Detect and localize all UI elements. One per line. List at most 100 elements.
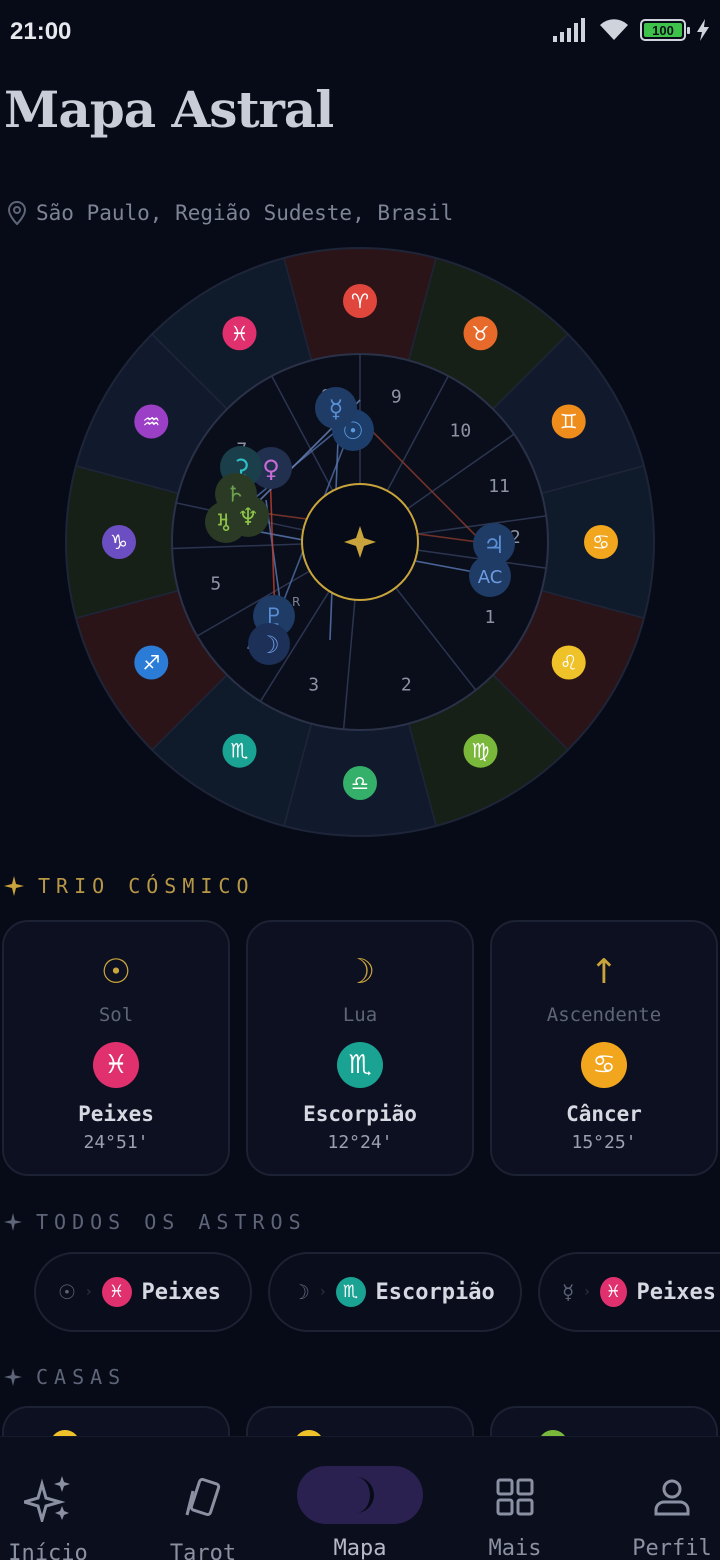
aquarius-glyph: ♒ (142, 410, 160, 434)
nav-label: Tarot (169, 1541, 237, 1560)
trio-card-sign: Câncer (566, 1102, 642, 1126)
trio-cosmico-header: TRIO CÓSMICO (4, 874, 255, 898)
status-bar: 21:00 100 (0, 0, 720, 64)
trio-cards: ☉ Sol ♓ Peixes 24°51' ☽ Lua ♏ Escorpião … (2, 920, 718, 1176)
trio-card-name: Lua (342, 1004, 378, 1026)
astro-sign-name: Peixes (636, 1279, 716, 1305)
nav-item-inicio[interactable]: Início (0, 1437, 120, 1560)
nav-label: Mapa (333, 1536, 387, 1560)
moon-icon: ☽ (292, 1280, 310, 1304)
chevron-right-icon: › (584, 1284, 590, 1300)
grid-icon (496, 1478, 534, 1515)
astro-sign-name: Escorpião (375, 1279, 495, 1305)
natal-chart-wheel[interactable]: ♈♉♊♋♌♍♎♏♐♑♒♓ 123456789101112 ☉☿♀⚳♄♅♆♇☽♃A… (60, 240, 660, 840)
pisces-icon: ♓ (93, 1042, 139, 1088)
trio-card-name: Ascendente (546, 1004, 662, 1026)
location[interactable]: São Paulo, Região Sudeste, Brasil (6, 200, 453, 226)
chevron-right-icon: › (85, 1284, 92, 1300)
sparkle-icon (4, 1213, 22, 1231)
taurus-glyph: ♉ (472, 321, 490, 345)
sagittarius-glyph: ♐ (142, 651, 160, 675)
sun-icon: ☉ (100, 952, 132, 992)
house-number: 3 (308, 675, 319, 696)
mercury-glyph: ☿ (329, 395, 344, 423)
scorpio-glyph: ♏ (231, 739, 249, 763)
trio-card-degree: 12°24' (327, 1132, 393, 1153)
cancer-icon: ♋ (581, 1042, 627, 1088)
section-title: CASAS (36, 1365, 127, 1389)
section-title: TRIO CÓSMICO (38, 874, 255, 898)
jupiter-glyph: ♃ (483, 531, 505, 559)
house-number: 11 (488, 476, 510, 497)
astros-list[interactable]: ☉ › ♓ Peixes ☽ › ♏ Escorpião ☿ › ♓ Peixe… (34, 1252, 720, 1332)
pisces-icon: ♓ (599, 1277, 627, 1307)
page-title: Mapa Astral (4, 80, 334, 139)
astro-sign-name: Peixes (141, 1279, 222, 1305)
nav-label: Mais (488, 1536, 542, 1560)
sparkle-icon (4, 1368, 22, 1386)
moon-glyph: ☽ (258, 631, 280, 659)
tarot-cards-icon (185, 1477, 221, 1517)
trio-card-sol[interactable]: ☉ Sol ♓ Peixes 24°51' (2, 920, 230, 1176)
pisces-glyph: ♓ (231, 321, 249, 345)
house-number: 5 (210, 573, 221, 594)
moon-icon: ☽ (344, 952, 376, 992)
pisces-icon: ♓ (101, 1277, 132, 1307)
nav-active-indicator (297, 1466, 423, 1524)
scorpio-icon: ♏ (337, 1042, 383, 1088)
wifi-icon (600, 19, 628, 40)
nav-item-tarot[interactable]: Tarot (131, 1437, 275, 1560)
section-title: TODOS OS ASTROS (36, 1210, 307, 1234)
trio-card-lua[interactable]: ☽ Lua ♏ Escorpião 12°24' (246, 920, 474, 1176)
scorpio-icon: ♏ (335, 1277, 366, 1307)
house-number: 2 (401, 675, 412, 696)
todos-os-astros-header: TODOS OS ASTROS (4, 1210, 307, 1234)
venus-glyph: ♀ (262, 455, 280, 483)
charging-icon (697, 19, 709, 41)
gemini-glyph: ♊ (560, 410, 578, 434)
nav-item-mapa[interactable]: Mapa (288, 1437, 432, 1560)
sparkles-icon (24, 1476, 70, 1522)
leo-glyph: ♌ (560, 651, 578, 675)
aries-glyph: ♈ (351, 289, 369, 313)
sun-icon: ☉ (58, 1280, 76, 1304)
bottom-navigation: Início Tarot Mapa Mais Perfil (0, 1436, 720, 1560)
astro-pill-sun[interactable]: ☉ › ♓ Peixes (34, 1252, 252, 1332)
house-number: 9 (391, 386, 402, 407)
libra-glyph: ♎ (351, 771, 369, 795)
astro-pill-moon[interactable]: ☽ › ♏ Escorpião (268, 1252, 522, 1332)
trio-card-degree: 15°25' (571, 1132, 637, 1153)
sparkle-icon (4, 876, 24, 896)
capricorn-glyph: ♑ (110, 530, 128, 554)
battery-icon: 100 (640, 19, 690, 41)
status-time: 21:00 (10, 18, 72, 45)
chevron-right-icon: › (319, 1284, 326, 1300)
trio-card-degree: 24°51' (83, 1132, 149, 1153)
ascendant-glyph: AC (478, 567, 503, 588)
signal-icon (553, 18, 585, 42)
nav-item-perfil[interactable]: Perfil (600, 1437, 720, 1560)
moon-icon (356, 1477, 374, 1513)
virgo-glyph: ♍ (472, 739, 490, 763)
neptune-glyph: ♆ (237, 503, 259, 531)
user-icon (654, 1479, 690, 1515)
nav-label: Início (8, 1541, 88, 1560)
location-text: São Paulo, Região Sudeste, Brasil (36, 201, 454, 225)
house-number: 1 (484, 607, 495, 628)
nav-item-mais[interactable]: Mais (443, 1437, 587, 1560)
trio-card-sign: Escorpião (303, 1102, 417, 1126)
location-pin-icon (7, 200, 27, 226)
status-icons: 100 (552, 18, 710, 42)
mercury-icon: ☿ (562, 1280, 575, 1304)
astro-pill-mercury[interactable]: ☿ › ♓ Peixes (538, 1252, 720, 1332)
casas-header: CASAS (4, 1365, 126, 1389)
battery-level: 100 (644, 23, 682, 38)
trio-card-ascendente[interactable]: ↑ Ascendente ♋ Câncer 15°25' (490, 920, 718, 1176)
retrograde-mark: R (292, 595, 300, 609)
arrow-up-icon: ↑ (589, 952, 619, 992)
nav-label: Perfil (632, 1536, 712, 1560)
trio-card-name: Sol (98, 1004, 134, 1026)
cancer-glyph: ♋ (592, 530, 610, 554)
house-number: 10 (450, 421, 472, 442)
trio-card-sign: Peixes (78, 1102, 154, 1126)
